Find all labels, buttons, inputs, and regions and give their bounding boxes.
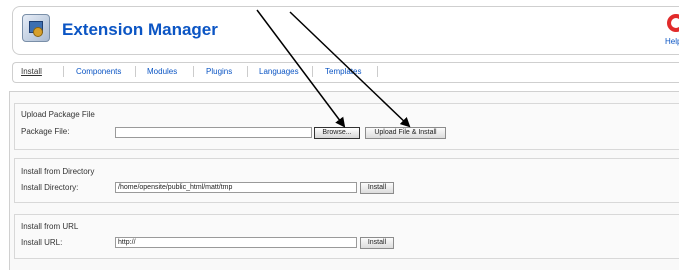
tab-components[interactable]: Components [76, 67, 121, 76]
help-lifebuoy-icon[interactable] [667, 14, 679, 32]
package-file-input[interactable] [115, 127, 312, 138]
page-title: Extension Manager [62, 20, 218, 39]
tab-divider [312, 66, 313, 77]
upload-install-button[interactable]: Upload File & Install [365, 127, 446, 139]
install-directory-legend: Install from Directory [21, 167, 95, 176]
install-directory-label: Install Directory: [21, 183, 79, 192]
extension-manager-logo-icon [22, 14, 50, 42]
install-url-legend: Install from URL [21, 222, 79, 231]
tab-languages[interactable]: Languages [259, 67, 299, 76]
install-url-button[interactable]: Install [360, 237, 394, 249]
package-file-label: Package File: [21, 127, 70, 136]
tab-divider [377, 66, 378, 77]
tab-install[interactable]: Install [21, 67, 42, 76]
tab-divider [247, 66, 248, 77]
help-label[interactable]: Help [665, 37, 679, 46]
tab-divider [63, 66, 64, 77]
install-directory-input[interactable]: /home/opensite/public_html/matt/tmp [115, 182, 357, 193]
install-directory-button[interactable]: Install [360, 182, 394, 194]
tab-divider [135, 66, 136, 77]
install-url-input[interactable]: http:// [115, 237, 357, 248]
browse-button[interactable]: Browse... [314, 127, 360, 139]
tab-templates[interactable]: Templates [325, 67, 361, 76]
upload-package-legend: Upload Package File [21, 110, 95, 119]
install-directory-fieldset [14, 158, 679, 203]
tab-plugins[interactable]: Plugins [206, 67, 232, 76]
install-url-label: Install URL: [21, 238, 63, 247]
tab-modules[interactable]: Modules [147, 67, 177, 76]
tab-divider [193, 66, 194, 77]
